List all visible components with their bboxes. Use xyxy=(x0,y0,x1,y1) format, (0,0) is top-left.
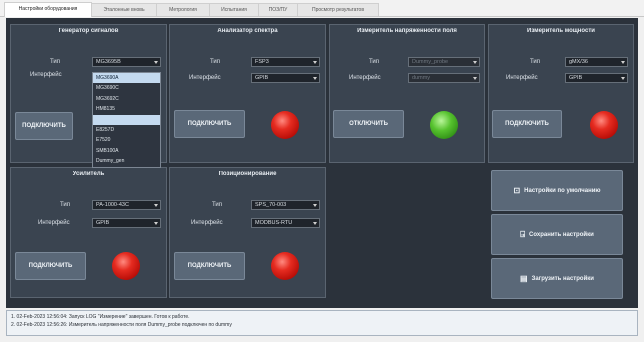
dropdown-option[interactable]: SMB100A xyxy=(93,146,160,156)
analyzer-connect-button[interactable]: ПОДКЛЮЧИТЬ xyxy=(174,110,245,138)
select-value: GPIB xyxy=(569,75,583,81)
tab-metrology[interactable]: Метрология xyxy=(156,3,210,16)
analyzer-interface-select[interactable]: GPIB xyxy=(251,73,320,83)
type-label: Тип xyxy=(210,59,221,65)
select-value: GPIB xyxy=(255,75,269,81)
tab-reference[interactable]: Эталонные вновь xyxy=(91,3,157,16)
save-icon: ⍈ xyxy=(520,230,526,239)
dropdown-option[interactable]: HM8135 xyxy=(93,104,160,114)
chevron-down-icon xyxy=(313,77,317,80)
dropdown-option[interactable]: E7520 xyxy=(93,135,160,145)
chevron-down-icon xyxy=(473,61,477,64)
positioner-type-select[interactable]: SPS_70-003 xyxy=(251,200,320,210)
chevron-down-icon xyxy=(154,222,158,225)
panel-title: Позиционирование xyxy=(218,171,277,177)
select-value: MODBUS-RTU xyxy=(255,220,293,226)
chevron-down-icon xyxy=(313,204,317,207)
field-meter-interface-select[interactable]: dummy xyxy=(408,73,480,83)
positioner-interface-select[interactable]: MODBUS-RTU xyxy=(251,218,320,228)
chevron-down-icon xyxy=(313,222,317,225)
interface-label: Интерфейс xyxy=(30,72,62,78)
select-value: SPS_70-003 xyxy=(255,202,287,208)
interface-label: Интерфейс xyxy=(189,75,221,81)
chevron-down-icon xyxy=(313,61,317,64)
panel-title: Измеритель мощности xyxy=(527,28,595,34)
tab-results[interactable]: Просмотр результатов xyxy=(297,3,379,16)
select-value: FSP3 xyxy=(255,59,269,65)
dropdown-option[interactable]: Dummy_gen xyxy=(93,156,160,166)
chevron-down-icon xyxy=(473,77,477,80)
positioner-status-led xyxy=(271,252,299,280)
select-value: Dummy_probe xyxy=(412,59,449,65)
folder-icon: ▤ xyxy=(520,274,528,283)
analyzer-panel: Анализатор спектра xyxy=(169,24,326,163)
amplifier-connect-button[interactable]: ПОДКЛЮЧИТЬ xyxy=(15,252,86,280)
positioner-connect-button[interactable]: ПОДКЛЮЧИТЬ xyxy=(174,252,245,280)
panel-title: Усилитель xyxy=(72,171,105,177)
type-label: Тип xyxy=(50,59,61,65)
select-value: GPIB xyxy=(96,220,110,226)
chevron-down-icon xyxy=(621,77,625,80)
analyzer-type-select[interactable]: FSP3 xyxy=(251,57,320,67)
interface-label: Интерфейс xyxy=(349,75,381,81)
panel-title: Генератор сигналов xyxy=(58,28,119,34)
load-settings-button[interactable]: ▤ Загрузить настройки xyxy=(491,258,623,299)
analyzer-status-led xyxy=(271,111,299,139)
button-label: Настройки по умолчанию xyxy=(524,188,601,194)
reset-icon: ⊡ xyxy=(513,186,521,195)
type-label: Тип xyxy=(530,59,541,65)
power-meter-interface-select[interactable]: GPIB xyxy=(565,73,628,83)
panel-title: Анализатор спектра xyxy=(217,28,278,34)
power-meter-type-select[interactable]: gMX/36 xyxy=(565,57,628,67)
interface-label: Интерфейс xyxy=(191,220,223,226)
type-label: Тип xyxy=(60,202,71,208)
tab-poz[interactable]: ПОЗ/ПУ xyxy=(258,3,298,16)
field-meter-panel: Измеритель напряженности поля xyxy=(329,24,485,163)
chevron-down-icon xyxy=(621,61,625,64)
generator-type-dropdown-list: MG3690A MG3690C MG3692C HM8135 E8257D E7… xyxy=(92,72,161,168)
power-meter-panel: Измеритель мощности xyxy=(488,24,634,163)
interface-label: Интерфейс xyxy=(506,75,538,81)
tab-tests[interactable]: Испытания xyxy=(209,3,259,16)
type-label: Тип xyxy=(369,59,380,65)
amplifier-type-select[interactable]: PA-1000-43C xyxy=(92,200,161,210)
amplifier-status-led xyxy=(112,252,140,280)
panel-title: Измеритель напряженности поля xyxy=(357,28,457,34)
power-meter-connect-button[interactable]: ПОДКЛЮЧИТЬ xyxy=(492,110,562,138)
field-meter-status-led xyxy=(430,111,458,139)
interface-label: Интерфейс xyxy=(38,220,70,226)
button-label: Сохранить настройки xyxy=(529,232,594,238)
tab-bar: Настройки оборудования Эталонные вновь М… xyxy=(0,0,644,17)
select-value: dummy xyxy=(412,75,431,81)
select-value: MG3695B xyxy=(96,59,121,65)
event-log[interactable]: 1. 02-Feb-2023 12:56:04: Запуск LOG "Изм… xyxy=(6,310,638,336)
type-label: Тип xyxy=(212,202,223,208)
default-settings-button[interactable]: ⊡ Настройки по умолчанию xyxy=(491,170,623,211)
select-value: PA-1000-43C xyxy=(96,202,129,208)
dropdown-option[interactable]: MG3690C xyxy=(93,83,160,93)
field-meter-disconnect-button[interactable]: ОТКЛЮЧИТЬ xyxy=(333,110,404,138)
log-line: 1. 02-Feb-2023 12:56:04: Запуск LOG "Изм… xyxy=(11,314,190,320)
generator-connect-button[interactable]: ПОДКЛЮЧИТЬ xyxy=(15,112,73,140)
dropdown-option[interactable]: MG3692C xyxy=(93,94,160,104)
chevron-down-icon xyxy=(154,204,158,207)
button-label: Загрузить настройки xyxy=(531,276,594,282)
power-meter-status-led xyxy=(590,111,618,139)
dropdown-option[interactable]: MG3690A xyxy=(93,73,160,84)
dropdown-option[interactable] xyxy=(93,114,160,125)
select-value: gMX/36 xyxy=(569,59,588,65)
field-meter-type-select[interactable]: Dummy_probe xyxy=(408,57,480,67)
save-settings-button[interactable]: ⍈ Сохранить настройки xyxy=(491,214,623,255)
chevron-down-icon xyxy=(154,61,158,64)
log-line: 2. 02-Feb-2023 12:56:26: Измеритель напр… xyxy=(11,322,232,328)
amplifier-interface-select[interactable]: GPIB xyxy=(92,218,161,228)
tab-equipment-settings[interactable]: Настройки оборудования xyxy=(4,2,92,17)
generator-type-select[interactable]: MG3695B xyxy=(92,57,161,67)
dropdown-option[interactable]: E8257D xyxy=(93,125,160,135)
